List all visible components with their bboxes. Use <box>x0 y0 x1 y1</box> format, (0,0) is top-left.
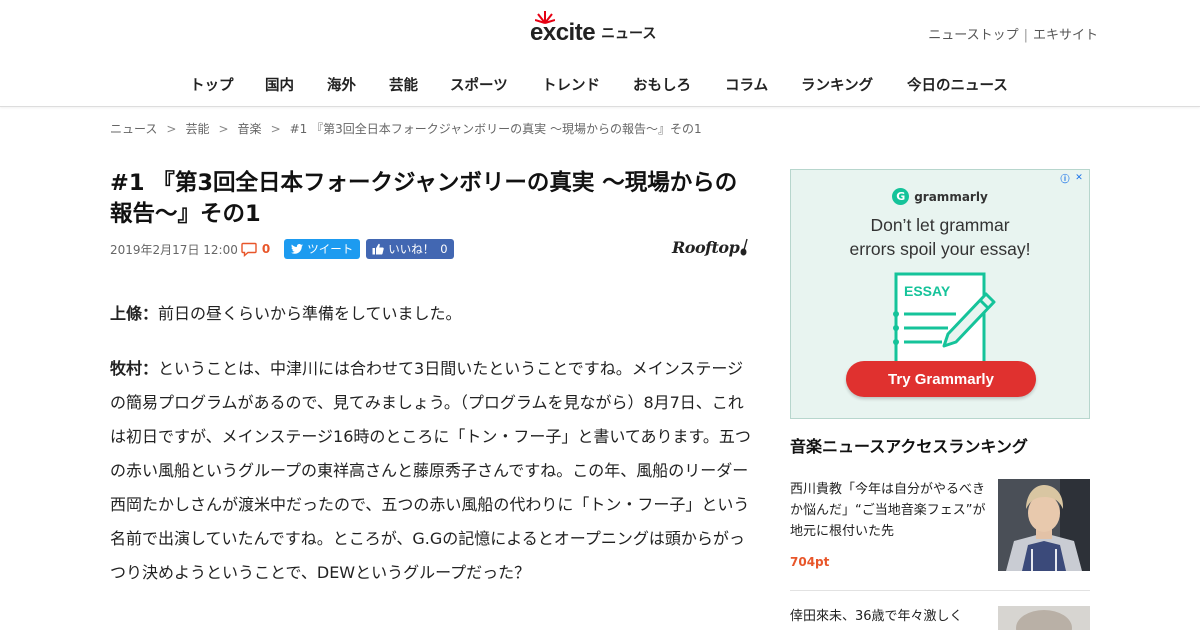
comment-icon <box>241 242 257 257</box>
logo-spark-icon <box>535 11 555 24</box>
ranking-item-title: 西川貴教「今年は自分がやるべきか悩んだ」“ご当地音楽フェス”が地元に根付いた先 <box>790 482 986 539</box>
nav-overseas[interactable]: 海外 <box>327 74 356 95</box>
logo-subtitle: ニュース <box>601 26 657 42</box>
ad-close-icon[interactable]: ✕ <box>1073 172 1085 184</box>
ranking-title: 音楽ニュースアクセスランキング <box>790 437 1028 456</box>
nav-column[interactable]: コラム <box>725 74 768 95</box>
grammarly-ad[interactable]: ⓘ ✕ G grammarly Don’t let grammar errors … <box>790 169 1090 419</box>
comment-count: 0 <box>261 242 271 256</box>
article-meta: 2019年2月17日 12:00 0 ツイート いいね！ 0 <box>110 239 454 259</box>
speaker-name: 牧村： <box>110 359 159 378</box>
ranking-thumbnail <box>998 606 1090 630</box>
article-paragraph: 上條：前日の昼くらいから準備をしていました。 <box>110 304 462 323</box>
nav-domestic[interactable]: 国内 <box>265 74 294 95</box>
speaker-name: 上條： <box>110 304 159 323</box>
guitar-icon <box>740 238 748 256</box>
ad-headline: Don’t let grammar errors spoil your essa… <box>849 215 1031 259</box>
link-separator: | <box>1023 28 1028 43</box>
breadcrumb-current: #1 『第3回全日本フォークジャンボリーの真実 〜現場からの報告〜』その1 <box>289 122 702 136</box>
essay-document-icon: ESSAY <box>893 272 996 362</box>
breadcrumb-music[interactable]: 音楽 <box>238 122 262 136</box>
comment-link[interactable]: 0 <box>241 242 270 257</box>
ranking-item-title: 倖田來未、36歳で年々激しく <box>790 609 963 624</box>
ad-brand: G grammarly <box>791 188 1089 205</box>
ranking-item-points: 704pt <box>790 555 830 569</box>
logo-wordmark: excite <box>530 11 596 46</box>
ranking-item[interactable]: 西川貴教「今年は自分がやるべきか悩んだ」“ご当地音楽フェス”が地元に根付いた先 … <box>790 479 1090 571</box>
site-header: excite ニュース ニューストップ | エキサイト トップ 国内 海外 芸能 ス… <box>0 0 1200 107</box>
article-paragraph: 牧村：ということは、中津川には合わせて3日間いたということですね。メインステージ… <box>110 359 751 582</box>
link-excite[interactable]: エキサイト <box>1033 28 1098 43</box>
article-title: #1 『第3回全日本フォークジャンボリーの真実 〜現場からの報告〜』その1 <box>110 170 738 227</box>
essay-label: ESSAY <box>904 283 951 299</box>
nav-today-news[interactable]: 今日のニュース <box>907 74 1008 95</box>
tweet-label: ツイート <box>307 242 354 256</box>
link-news-top[interactable]: ニューストップ <box>928 28 1018 43</box>
twitter-bird-icon <box>291 244 304 254</box>
grammarly-logo-icon: G <box>892 188 910 205</box>
ad-choices-badge[interactable]: ⓘ ✕ <box>1059 172 1085 185</box>
excite-news-logo[interactable]: excite ニュース <box>530 11 657 46</box>
nav-ranking[interactable]: ランキング <box>801 74 873 95</box>
breadcrumb: ニュース > 芸能 > 音楽 > #1 『第3回全日本フォークジャンボリーの真実 〜現場から… <box>110 122 702 136</box>
thumbs-up-icon <box>372 243 384 255</box>
top-links: ニューストップ | エキサイト <box>928 24 1098 43</box>
ranking-item[interactable]: 倖田來未、36歳で年々激しく <box>790 606 1090 630</box>
like-label: いいね！ <box>388 242 435 256</box>
like-button[interactable]: いいね！ 0 <box>366 239 454 259</box>
nav-funny[interactable]: おもしろ <box>633 74 691 95</box>
ad-info-icon[interactable]: ⓘ <box>1059 172 1071 185</box>
nav-top[interactable]: トップ <box>190 74 234 95</box>
tweet-button[interactable]: ツイート <box>284 239 361 259</box>
breadcrumb-news[interactable]: ニュース <box>110 122 157 136</box>
main-nav: トップ 国内 海外 芸能 スポーツ トレンド おもしろ コラム ランキング 今日… <box>0 74 1200 96</box>
try-grammarly-button[interactable]: Try Grammarly <box>846 361 1036 397</box>
nav-entertainment[interactable]: 芸能 <box>389 74 418 95</box>
nav-trend[interactable]: トレンド <box>542 74 600 95</box>
nav-sports[interactable]: スポーツ <box>450 74 508 95</box>
article-date: 2019年2月17日 12:00 <box>110 242 238 257</box>
like-count: 0 <box>440 242 448 256</box>
ranking-divider <box>790 590 1090 591</box>
source-logo-rooftop[interactable]: Rooftop <box>672 238 750 257</box>
ranking-thumbnail <box>998 479 1090 571</box>
breadcrumb-entertainment[interactable]: 芸能 <box>185 122 209 136</box>
